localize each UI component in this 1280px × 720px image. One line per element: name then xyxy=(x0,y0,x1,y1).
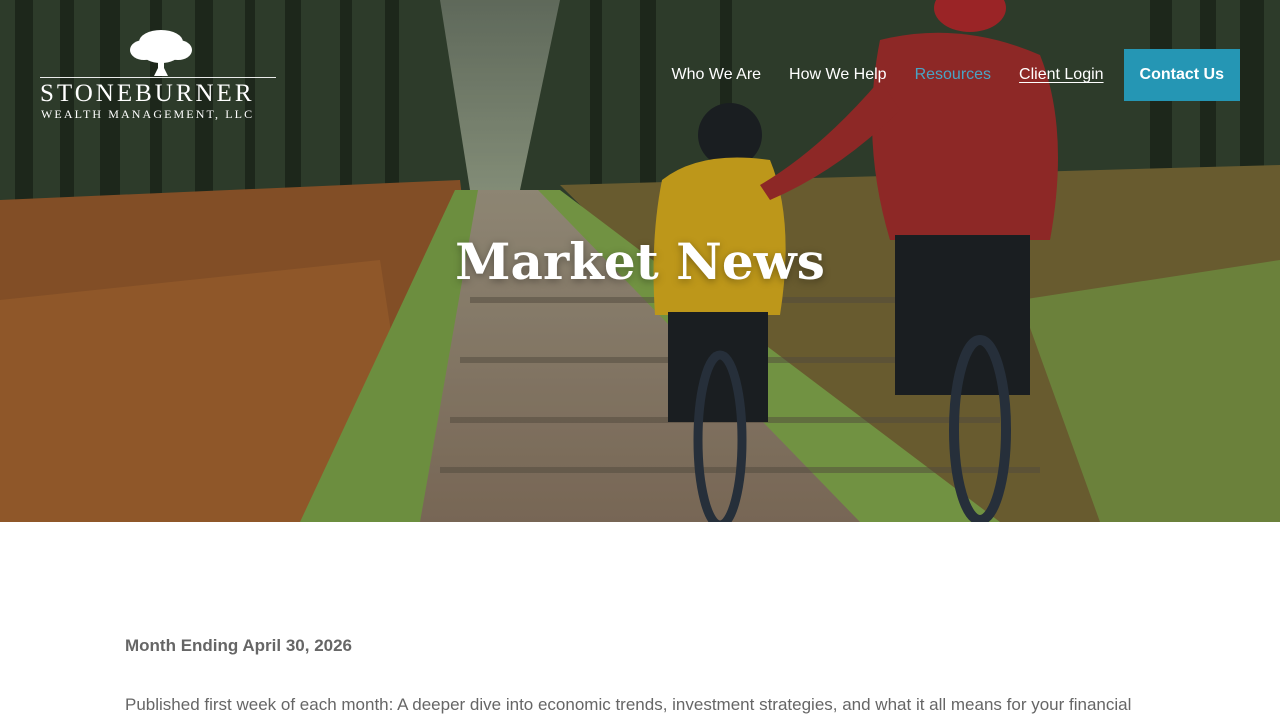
contact-us-button[interactable]: Contact Us xyxy=(1123,49,1240,101)
article-content: Month Ending April 30, 2026 Published fi… xyxy=(125,636,1165,718)
nav-how-we-help[interactable]: How We Help xyxy=(789,66,887,84)
page-title: Market News xyxy=(455,232,825,291)
main-nav: Who We Are How We Help Resources Client … xyxy=(644,49,1240,101)
nav-resources[interactable]: Resources xyxy=(915,66,991,84)
hero-banner: STONEBURNER WEALTH MANAGEMENT, LLC Who W… xyxy=(0,0,1280,522)
article-intro: Published first week of each month: A de… xyxy=(125,695,1132,714)
brand-name: STONEBURNER xyxy=(40,80,255,107)
brand-subtitle: WEALTH MANAGEMENT, LLC xyxy=(41,107,255,121)
brand-logo[interactable]: STONEBURNER WEALTH MANAGEMENT, LLC xyxy=(40,28,280,124)
logo-rule xyxy=(40,77,276,78)
nav-client-login[interactable]: Client Login xyxy=(1019,66,1104,84)
oak-tree-icon xyxy=(130,30,192,76)
report-period: Month Ending April 30, 2026 xyxy=(125,636,353,655)
nav-who-we-are[interactable]: Who We Are xyxy=(672,66,762,84)
